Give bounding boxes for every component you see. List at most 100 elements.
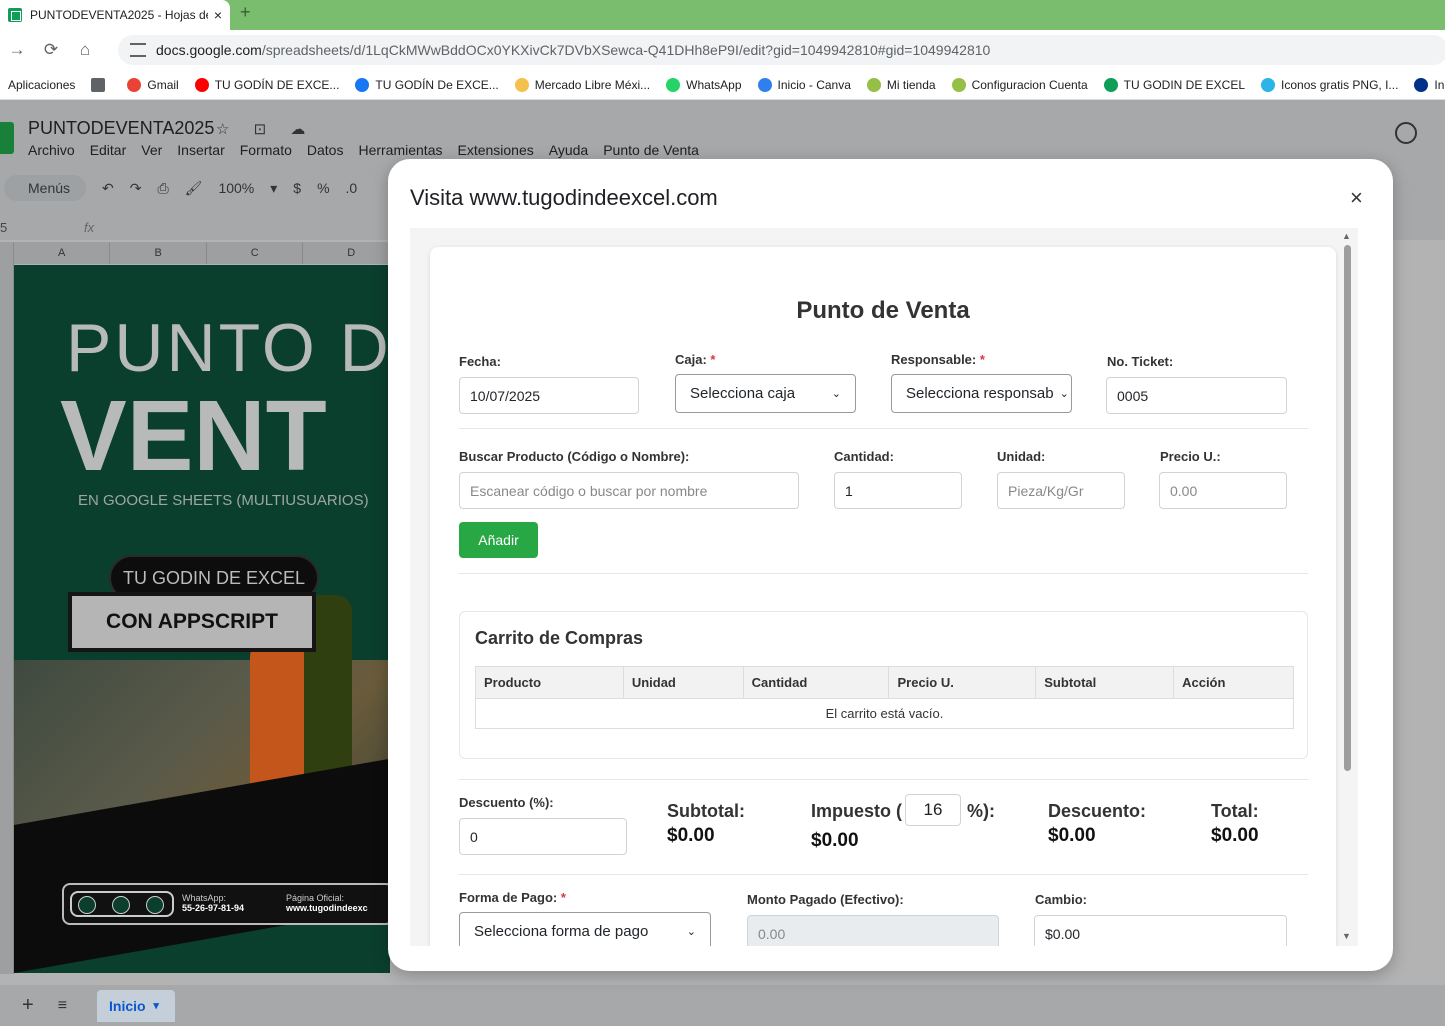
- zoom-select[interactable]: 100%: [218, 180, 254, 196]
- star-move-cloud-icon[interactable]: ☆ ⊡ ☁: [216, 120, 315, 138]
- new-tab-icon[interactable]: +: [240, 2, 251, 23]
- bookmark-item[interactable]: Inicio - Canva: [757, 77, 851, 92]
- responsable-select[interactable]: Selecciona responsab ⌄: [891, 374, 1072, 413]
- bookmark-item[interactable]: WhatsApp: [666, 77, 742, 92]
- monto-pagado-input[interactable]: [747, 915, 999, 946]
- shopify-icon: [866, 77, 881, 92]
- bookmark-item[interactable]: Mercado Libre Méxi...: [514, 77, 651, 92]
- site-info-icon[interactable]: [130, 43, 146, 57]
- url-path: /spreadsheets/d/1LqCkMWwBddOCx0YKXivCk7D…: [261, 42, 991, 58]
- sheets-logo-icon[interactable]: [0, 122, 14, 154]
- redo-icon[interactable]: ↷: [130, 180, 142, 197]
- bookmark-item[interactable]: [91, 77, 111, 92]
- tab-close-icon[interactable]: ×: [214, 7, 222, 23]
- descuento-pct-input[interactable]: [459, 818, 627, 855]
- ticket-input[interactable]: [1106, 377, 1287, 414]
- fecha-input[interactable]: [459, 377, 639, 414]
- gmail-icon: [127, 77, 142, 92]
- website-contact: Página Oficial: www.tugodindeexc: [286, 893, 368, 913]
- browser-tab[interactable]: PUNTODEVENTA2025 - Hojas de cálculo de G…: [0, 0, 230, 30]
- banner-image: PUNTO D VENT EN GOOGLE SHEETS (MULTIUSUA…: [14, 265, 390, 973]
- bookmark-item[interactable]: TU GODÍN DE EXCE...: [194, 77, 339, 92]
- bookmark-item[interactable]: TU GODÍN De EXCE...: [355, 77, 499, 92]
- percent-format-button[interactable]: %: [317, 180, 329, 196]
- scrollbar-thumb[interactable]: [1344, 245, 1351, 771]
- unidad-input[interactable]: [997, 472, 1125, 509]
- url-input[interactable]: docs.google.com/spreadsheets/d/1LqCkMWwB…: [118, 35, 1445, 65]
- version-history-icon[interactable]: [1395, 122, 1417, 144]
- modal-scrollbar[interactable]: ▲ ▼: [1340, 231, 1354, 945]
- reload-icon[interactable]: ⟳: [34, 40, 68, 60]
- bookmark-item[interactable]: Inicio - PayPal: [1414, 77, 1445, 92]
- column-header[interactable]: C: [207, 242, 304, 264]
- column-header[interactable]: B: [110, 242, 207, 264]
- print-icon[interactable]: ⎙: [157, 180, 168, 197]
- bookmark-item[interactable]: Mi tienda: [866, 77, 936, 92]
- bookmark-item[interactable]: Aplicaciones: [8, 78, 75, 92]
- paint-format-icon[interactable]: 🖌: [185, 180, 203, 197]
- menus-search-button[interactable]: Menús: [4, 175, 86, 201]
- buscar-producto-input[interactable]: [459, 472, 799, 509]
- bookmark-item[interactable]: Gmail: [127, 77, 179, 92]
- all-sheets-icon[interactable]: ≡: [58, 997, 67, 1015]
- scroll-down-icon[interactable]: ▼: [1342, 931, 1351, 941]
- undo-icon[interactable]: ↶: [102, 180, 114, 197]
- scroll-up-icon[interactable]: ▲: [1342, 231, 1351, 241]
- menu-item[interactable]: Extensiones: [457, 142, 533, 158]
- shopping-cart: Carrito de Compras Producto Unidad Cantida…: [459, 611, 1308, 759]
- menu-bar: Archivo Editar Ver Insertar Formato Datos Herr…: [28, 142, 714, 158]
- menu-item[interactable]: Editar: [90, 142, 127, 158]
- bookmark-label: Iconos gratis PNG, I...: [1281, 77, 1399, 92]
- chevron-down-icon: ⌄: [831, 388, 841, 400]
- menu-item[interactable]: Ver: [141, 142, 162, 158]
- total-value: $0.00: [1211, 825, 1259, 846]
- address-bar: → ⟳ ⌂ docs.google.com/spreadsheets/d/1Lq…: [0, 30, 1445, 70]
- name-box[interactable]: 5: [0, 220, 7, 235]
- cart-table: Producto Unidad Cantidad Precio U. Subtotal A…: [475, 666, 1294, 729]
- column-header[interactable]: D: [303, 242, 400, 264]
- home-icon[interactable]: ⌂: [68, 40, 102, 60]
- caja-select[interactable]: Selecciona caja ⌄: [675, 374, 856, 413]
- menu-item[interactable]: Archivo: [28, 142, 75, 158]
- impuesto-label-start: Impuesto (: [811, 801, 903, 821]
- bookmark-item[interactable]: Configuracion Cuenta: [951, 77, 1088, 92]
- cantidad-input[interactable]: [834, 472, 962, 509]
- cambio-input: [1034, 915, 1287, 946]
- sheet-tab-inicio[interactable]: Inicio ▾: [97, 989, 176, 1022]
- bookmark-label: Mercado Libre Méxi...: [534, 77, 651, 92]
- impuesto-label-end: %):: [967, 801, 995, 821]
- bookmark-item[interactable]: Iconos gratis PNG, I...: [1261, 77, 1399, 92]
- forma-pago-select[interactable]: Selecciona forma de pago ⌄: [459, 912, 711, 946]
- descuento-label: Descuento:: [1048, 801, 1147, 821]
- close-icon[interactable]: ×: [1350, 185, 1363, 211]
- forward-icon[interactable]: →: [0, 40, 34, 60]
- contact-icons: [70, 891, 174, 917]
- menu-item[interactable]: Punto de Venta: [603, 142, 699, 158]
- document-title[interactable]: PUNTODEVENTA2025: [28, 118, 214, 139]
- column-header[interactable]: A: [14, 242, 111, 264]
- menu-item[interactable]: Insertar: [177, 142, 224, 158]
- phone-icon: [78, 896, 96, 914]
- menu-item[interactable]: Ayuda: [549, 142, 588, 158]
- banner-subtitle: EN GOOGLE SHEETS (MULTIUSUARIOS): [78, 492, 369, 509]
- decrease-decimals-button[interactable]: .0: [346, 180, 358, 196]
- subtotal-value: $0.00: [667, 825, 715, 846]
- menu-item[interactable]: Formato: [240, 142, 292, 158]
- bookmark-item[interactable]: TU GODIN DE EXCEL: [1103, 77, 1245, 92]
- youtube-icon: [194, 77, 209, 92]
- zoom-chevron-icon[interactable]: ▾: [270, 180, 277, 197]
- whatsapp-contact: WhatsApp: 55-26-97-81-94: [182, 893, 245, 913]
- menu-item[interactable]: Herramientas: [358, 142, 442, 158]
- descuento-value: $0.00: [1048, 825, 1096, 846]
- cart-column-header: Subtotal: [1035, 666, 1175, 699]
- add-sheet-icon[interactable]: +: [22, 994, 34, 1017]
- precio-input[interactable]: [1159, 472, 1287, 509]
- menu-item[interactable]: Datos: [307, 142, 344, 158]
- canva-icon: [757, 77, 772, 92]
- sheet-tab-chevron-icon: ▾: [153, 1000, 159, 1012]
- add-product-button[interactable]: Añadir: [459, 522, 538, 558]
- select-all-corner[interactable]: [0, 242, 14, 264]
- paypal-icon: [1414, 77, 1429, 92]
- currency-format-button[interactable]: $: [293, 180, 301, 196]
- impuesto-pct-input[interactable]: [905, 794, 961, 826]
